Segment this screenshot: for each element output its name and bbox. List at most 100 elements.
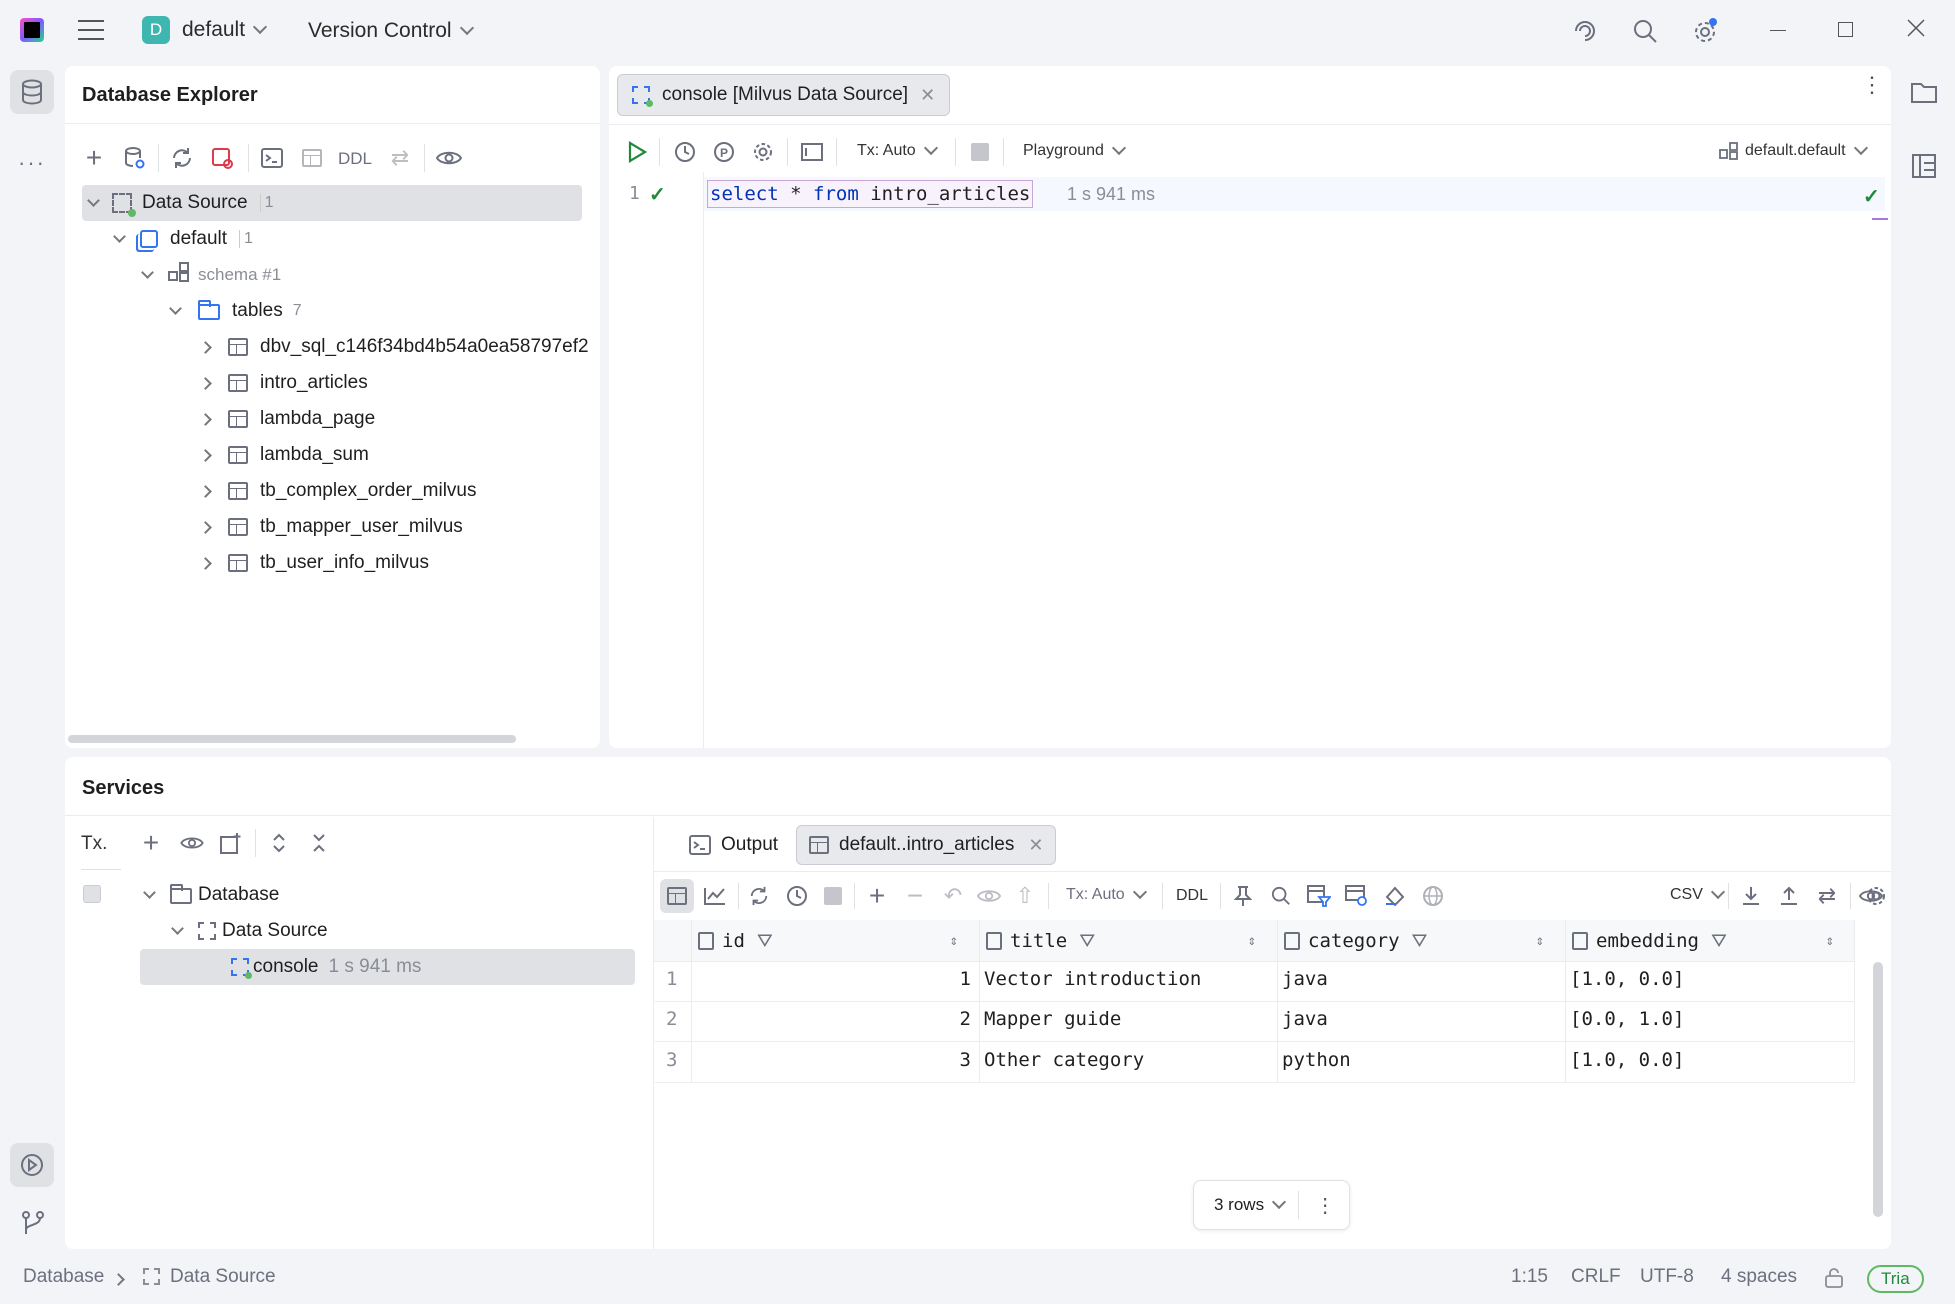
- tree-item-schema[interactable]: schema #1: [141, 259, 281, 291]
- table-item[interactable]: lambda_page: [199, 403, 375, 435]
- cell-title[interactable]: Mapper guide: [984, 1008, 1121, 1030]
- import-download-icon[interactable]: [1736, 881, 1766, 911]
- export-upload-icon[interactable]: [1774, 881, 1804, 911]
- breadcrumb-data-source[interactable]: Data Source: [170, 1266, 276, 1288]
- search-icon[interactable]: [1266, 881, 1296, 911]
- caret-position[interactable]: 1:15: [1511, 1266, 1548, 1288]
- more-tools-icon[interactable]: ···: [18, 150, 46, 176]
- grid-settings-icon[interactable]: [1861, 881, 1891, 911]
- sort-icon[interactable]: ⇕: [950, 933, 958, 949]
- auto-refresh-clock-icon[interactable]: [782, 881, 812, 911]
- indent-setting[interactable]: 4 spaces: [1721, 1266, 1797, 1288]
- service-checkbox[interactable]: [83, 885, 101, 903]
- new-tab-icon[interactable]: [217, 829, 245, 857]
- table-item[interactable]: tb_complex_order_milvus: [199, 475, 477, 507]
- submit-icon[interactable]: ⇧: [1010, 881, 1040, 911]
- console-tab[interactable]: console [Milvus Data Source] ✕: [617, 74, 951, 116]
- cell-id[interactable]: 1: [693, 968, 971, 990]
- column-header-id[interactable]: id ⛛ ⇕: [698, 926, 958, 956]
- ddl-button[interactable]: DDL: [1176, 887, 1208, 905]
- horizontal-scrollbar[interactable]: [68, 735, 516, 743]
- minimize-button[interactable]: [1770, 30, 1786, 31]
- grid-vertical-scrollbar[interactable]: [1873, 962, 1883, 1217]
- more-options-icon[interactable]: ⋮: [1315, 1193, 1335, 1218]
- filter-icon[interactable]: ⛛: [1079, 930, 1095, 952]
- license-badge[interactable]: Tria: [1867, 1265, 1924, 1293]
- settings-gear-icon[interactable]: [1690, 16, 1720, 46]
- refresh-icon[interactable]: [168, 144, 196, 172]
- file-encoding[interactable]: UTF-8: [1640, 1266, 1694, 1288]
- globe-icon[interactable]: [1418, 881, 1448, 911]
- structure-icon[interactable]: [1910, 152, 1938, 185]
- column-header-category[interactable]: category ⛛ ⇕: [1284, 926, 1544, 956]
- column-header-title[interactable]: title ⛛ ⇕: [986, 926, 1256, 956]
- row-count-widget[interactable]: 3 rows ⋮: [1193, 1180, 1350, 1230]
- tx-mode-dropdown[interactable]: Tx: Auto: [1066, 884, 1147, 904]
- compare-icon[interactable]: ⇄: [386, 144, 414, 172]
- service-item-console[interactable]: console 1 s 941 ms: [231, 951, 421, 983]
- cell-category[interactable]: java: [1282, 1008, 1328, 1030]
- tab-result-intro-articles[interactable]: default..intro_articles ✕: [796, 825, 1057, 865]
- reload-icon[interactable]: [744, 881, 774, 911]
- highlight-icon[interactable]: [1380, 881, 1410, 911]
- sort-icon[interactable]: ⇕: [1248, 933, 1256, 949]
- table-item[interactable]: dbv_sql_c146f34bd4b54a0ea58797ef2: [199, 331, 589, 363]
- sort-icon[interactable]: ⇕: [1826, 933, 1834, 949]
- git-branch-icon[interactable]: [20, 1210, 46, 1243]
- vcs-widget[interactable]: Version Control: [308, 19, 474, 43]
- column-header-embedding[interactable]: embedding ⛛ ⇕: [1572, 926, 1834, 956]
- parameters-icon[interactable]: P: [710, 138, 738, 166]
- sql-query[interactable]: select * from intro_articles: [707, 180, 1034, 208]
- stop-button[interactable]: [971, 143, 989, 161]
- stop-button[interactable]: [824, 887, 842, 905]
- view-options-eye-icon[interactable]: [434, 144, 464, 172]
- breadcrumb-database[interactable]: Database: [23, 1266, 104, 1288]
- filter-icon[interactable]: ⛛: [757, 930, 773, 952]
- playground-dropdown[interactable]: Playground: [1023, 140, 1127, 160]
- schema-selector[interactable]: default.default: [1719, 140, 1868, 160]
- service-item-database[interactable]: Database: [143, 879, 279, 911]
- lock-icon[interactable]: [1824, 1268, 1844, 1293]
- table-item[interactable]: tb_user_info_milvus: [199, 547, 429, 579]
- cell-embedding[interactable]: [1.0, 0.0]: [1570, 968, 1684, 990]
- cell-embedding[interactable]: [1.0, 0.0]: [1570, 1049, 1684, 1071]
- cell-id[interactable]: 2: [693, 1008, 971, 1030]
- cell-id[interactable]: 3: [693, 1049, 971, 1071]
- maximize-button[interactable]: [1838, 22, 1853, 37]
- more-options-icon[interactable]: ⋮: [1861, 74, 1883, 96]
- search-icon[interactable]: [1630, 16, 1660, 46]
- service-item-data-source[interactable]: Data Source: [171, 915, 328, 947]
- table-item[interactable]: intro_articles: [199, 367, 368, 399]
- data-source-properties-icon[interactable]: [120, 144, 148, 172]
- cell-category[interactable]: python: [1282, 1049, 1351, 1071]
- settings-icon[interactable]: [749, 138, 777, 166]
- add-icon[interactable]: +: [80, 142, 108, 173]
- compare-icon[interactable]: ⇄: [1812, 881, 1842, 911]
- chart-view-icon[interactable]: [700, 881, 730, 911]
- filter-table-icon[interactable]: [1304, 881, 1334, 911]
- services-tool-icon[interactable]: [10, 1143, 54, 1187]
- tab-output[interactable]: Output: [677, 825, 790, 865]
- expand-all-icon[interactable]: [265, 829, 293, 857]
- filter-icon[interactable]: ⛛: [1412, 930, 1428, 952]
- tree-item-data-source[interactable]: Data Source 1: [85, 187, 274, 219]
- filter-icon[interactable]: ⛛: [1711, 930, 1727, 952]
- table-item[interactable]: tb_mapper_user_milvus: [199, 511, 463, 543]
- close-tab-icon[interactable]: ✕: [920, 85, 935, 106]
- project-switcher[interactable]: D default: [142, 16, 268, 44]
- ai-assistant-icon[interactable]: [1570, 16, 1600, 46]
- run-execute-icon[interactable]: [623, 138, 651, 166]
- close-tab-icon[interactable]: ✕: [1028, 835, 1043, 856]
- delete-row-icon[interactable]: −: [900, 880, 930, 911]
- table-item[interactable]: lambda_sum: [199, 439, 369, 471]
- cell-title[interactable]: Vector introduction: [984, 968, 1201, 990]
- history-clock-icon[interactable]: [671, 138, 699, 166]
- table-view-icon[interactable]: [660, 879, 694, 913]
- export-format-dropdown[interactable]: CSV: [1670, 884, 1725, 904]
- tx-indicator[interactable]: Tx.: [81, 833, 107, 855]
- sort-icon[interactable]: ⇕: [1536, 933, 1544, 949]
- preview-changes-icon[interactable]: [974, 881, 1004, 911]
- line-separator[interactable]: CRLF: [1571, 1266, 1621, 1288]
- tree-item-tables-folder[interactable]: tables 7: [169, 295, 302, 327]
- main-menu-icon[interactable]: [78, 20, 104, 40]
